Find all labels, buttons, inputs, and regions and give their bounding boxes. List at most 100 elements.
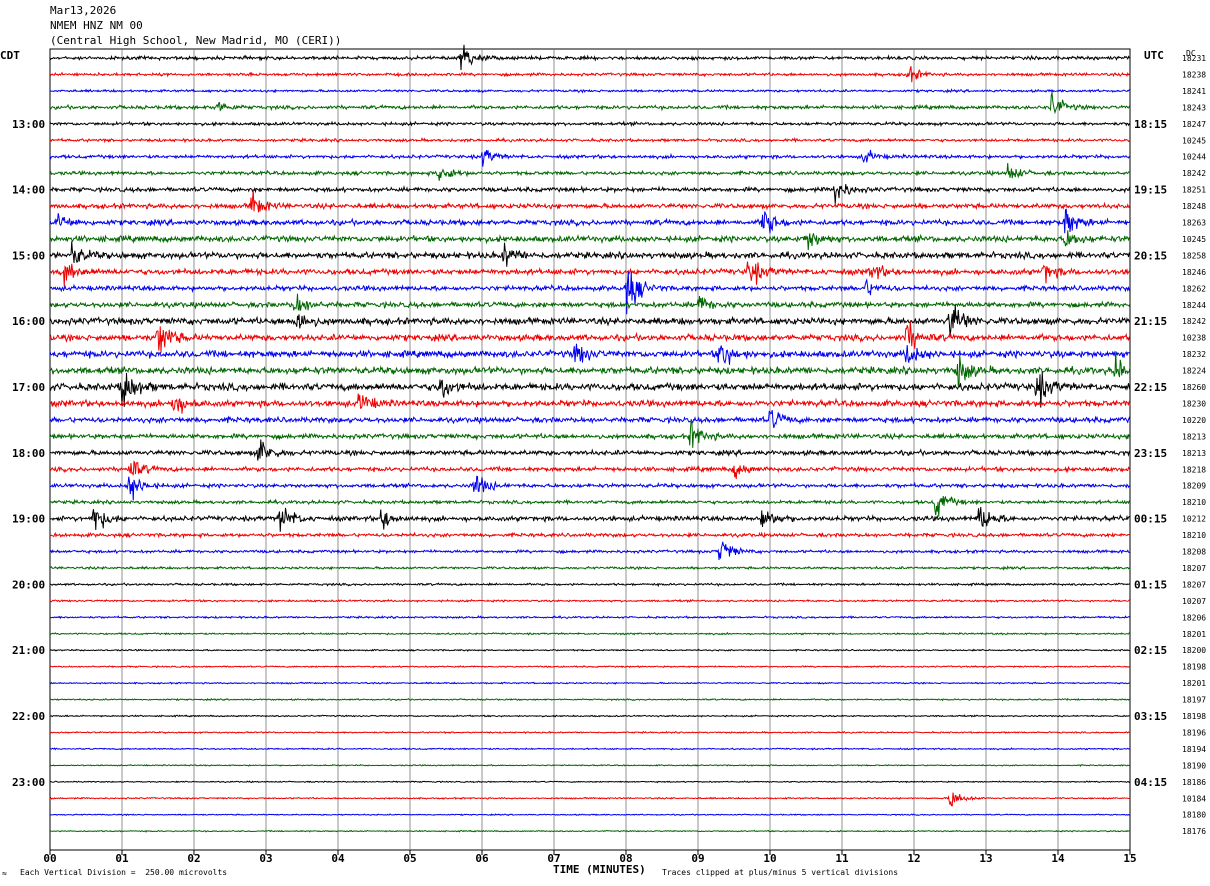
- left-hour-label: 13:00: [12, 118, 45, 131]
- dc-offset-label: 10245: [1182, 136, 1206, 145]
- seismic-trace: [49, 320, 1131, 353]
- footer-mark: ≈: [2, 869, 7, 878]
- clip-note: Traces clipped at plus/minus 5 vertical …: [662, 868, 899, 877]
- dc-offset-label: 18251: [1182, 186, 1206, 195]
- seismic-trace: [49, 780, 1131, 784]
- dc-offset-label: 18210: [1182, 531, 1206, 540]
- seismic-trace: [49, 163, 1131, 181]
- dc-offset-label: 18207: [1182, 564, 1206, 573]
- dc-offset-label: 18186: [1182, 778, 1206, 787]
- dc-offset-label: 18242: [1182, 317, 1206, 326]
- seismic-trace: [49, 697, 1131, 702]
- seismic-trace: [49, 460, 1131, 480]
- dc-offset-label: 18213: [1182, 449, 1206, 458]
- left-hour-label: 22:00: [12, 710, 45, 723]
- left-hour-label: 21:00: [12, 644, 45, 657]
- seismic-trace: [49, 598, 1131, 603]
- seismic-trace: [49, 792, 1131, 807]
- seismic-trace: [49, 747, 1131, 751]
- seismic-trace: [49, 475, 1130, 501]
- left-hour-label: 14:00: [12, 184, 45, 197]
- dc-offset-label: 18197: [1182, 696, 1206, 705]
- dc-offset-label: 10184: [1182, 794, 1206, 803]
- seismic-trace: [49, 92, 1131, 115]
- seismic-trace: [49, 149, 1131, 167]
- seismic-trace: [49, 189, 1131, 213]
- dc-offset-label: 10238: [1182, 334, 1206, 343]
- x-tick-label: 11: [835, 852, 849, 865]
- right-hour-label: 18:15: [1134, 118, 1167, 131]
- dc-offset-label: 18200: [1182, 646, 1206, 655]
- x-tick-label: 00: [43, 852, 56, 865]
- dc-offset-label: 18232: [1182, 350, 1206, 359]
- dc-offset-label: 18176: [1182, 827, 1206, 836]
- right-hour-label: 23:15: [1134, 447, 1167, 460]
- right-hour-label: 04:15: [1134, 776, 1167, 789]
- left-timezone-label: CDT: [0, 49, 20, 62]
- seismic-trace: [50, 714, 1131, 718]
- x-tick-label: 03: [259, 852, 272, 865]
- seismic-trace: [49, 293, 1131, 311]
- dc-offset-label: 18208: [1182, 548, 1206, 557]
- dc-offset-label: 18230: [1182, 399, 1206, 408]
- seismic-trace: [49, 813, 1131, 817]
- dc-offset-label: 18196: [1182, 728, 1206, 737]
- dc-offset-label: 18260: [1182, 383, 1206, 392]
- seismic-trace: [49, 261, 1131, 287]
- dc-offset-label: 18246: [1182, 268, 1206, 277]
- right-hour-label: 03:15: [1134, 710, 1167, 723]
- seismic-trace: [49, 648, 1131, 653]
- dc-offset-label: 18247: [1182, 120, 1206, 129]
- dc-offset-label: 18241: [1182, 87, 1206, 96]
- left-hour-label: 16:00: [12, 315, 45, 328]
- dc-offset-label: 18190: [1182, 761, 1206, 770]
- right-hour-label: 19:15: [1134, 184, 1167, 197]
- seismic-trace: [49, 582, 1131, 588]
- station-label: NMEM HNZ NM 00: [50, 19, 143, 32]
- right-hour-label: 01:15: [1134, 578, 1167, 591]
- seismic-trace: [49, 730, 1131, 735]
- right-hour-label: 02:15: [1134, 644, 1167, 657]
- left-hour-label: 23:00: [12, 776, 45, 789]
- seismic-trace: [49, 136, 1131, 144]
- x-tick-label: 12: [907, 852, 920, 865]
- dc-offset-label: 18180: [1182, 811, 1206, 820]
- left-hour-label: 17:00: [12, 381, 45, 394]
- dc-offset-label: 10207: [1182, 597, 1206, 606]
- dc-offset-label: 18198: [1182, 712, 1206, 721]
- dc-offset-label: 18201: [1182, 679, 1206, 688]
- dc-offset-label: 18207: [1182, 580, 1206, 589]
- dc-offset-label: 18206: [1182, 613, 1206, 622]
- right-timezone-label: UTC: [1144, 49, 1164, 62]
- seismic-trace: [49, 304, 1131, 336]
- dc-offset-label: 18263: [1182, 219, 1206, 228]
- seismic-trace: [49, 495, 1131, 517]
- x-tick-label: 02: [187, 852, 200, 865]
- x-tick-label: 01: [115, 852, 129, 865]
- x-axis-title: TIME (MINUTES): [553, 863, 646, 876]
- plot-frame: [49, 48, 1131, 851]
- x-tick-label: 15: [1123, 852, 1136, 865]
- dc-offset-label: 10244: [1182, 153, 1206, 162]
- seismic-trace: [49, 410, 1131, 429]
- right-hour-label: 20:15: [1134, 249, 1167, 262]
- seismic-trace: [49, 230, 1131, 251]
- date-label: Mar13,2026: [50, 4, 117, 17]
- dc-offset-label: 18244: [1182, 301, 1206, 310]
- left-hour-label: 15:00: [12, 249, 45, 262]
- left-hour-label: 20:00: [12, 578, 45, 591]
- left-hour-label: 18:00: [12, 447, 45, 460]
- dc-offset-label: 18198: [1182, 663, 1206, 672]
- seismic-trace: [49, 615, 1131, 620]
- dc-offset-label: 18262: [1182, 284, 1206, 293]
- x-tick-label: 05: [403, 852, 416, 865]
- dc-offset-label: 18243: [1182, 103, 1206, 112]
- seismic-trace: [49, 88, 1131, 94]
- dc-offset-label: 18238: [1182, 70, 1206, 79]
- scale-note: Each Vertical Division = 250.00 microvol…: [20, 868, 228, 877]
- seismic-trace: [49, 439, 1131, 461]
- x-tick-label: 06: [475, 852, 489, 865]
- dc-offset-label: 10245: [1182, 235, 1206, 244]
- dc-offset-label: 10212: [1182, 515, 1206, 524]
- right-hour-label: 22:15: [1134, 381, 1167, 394]
